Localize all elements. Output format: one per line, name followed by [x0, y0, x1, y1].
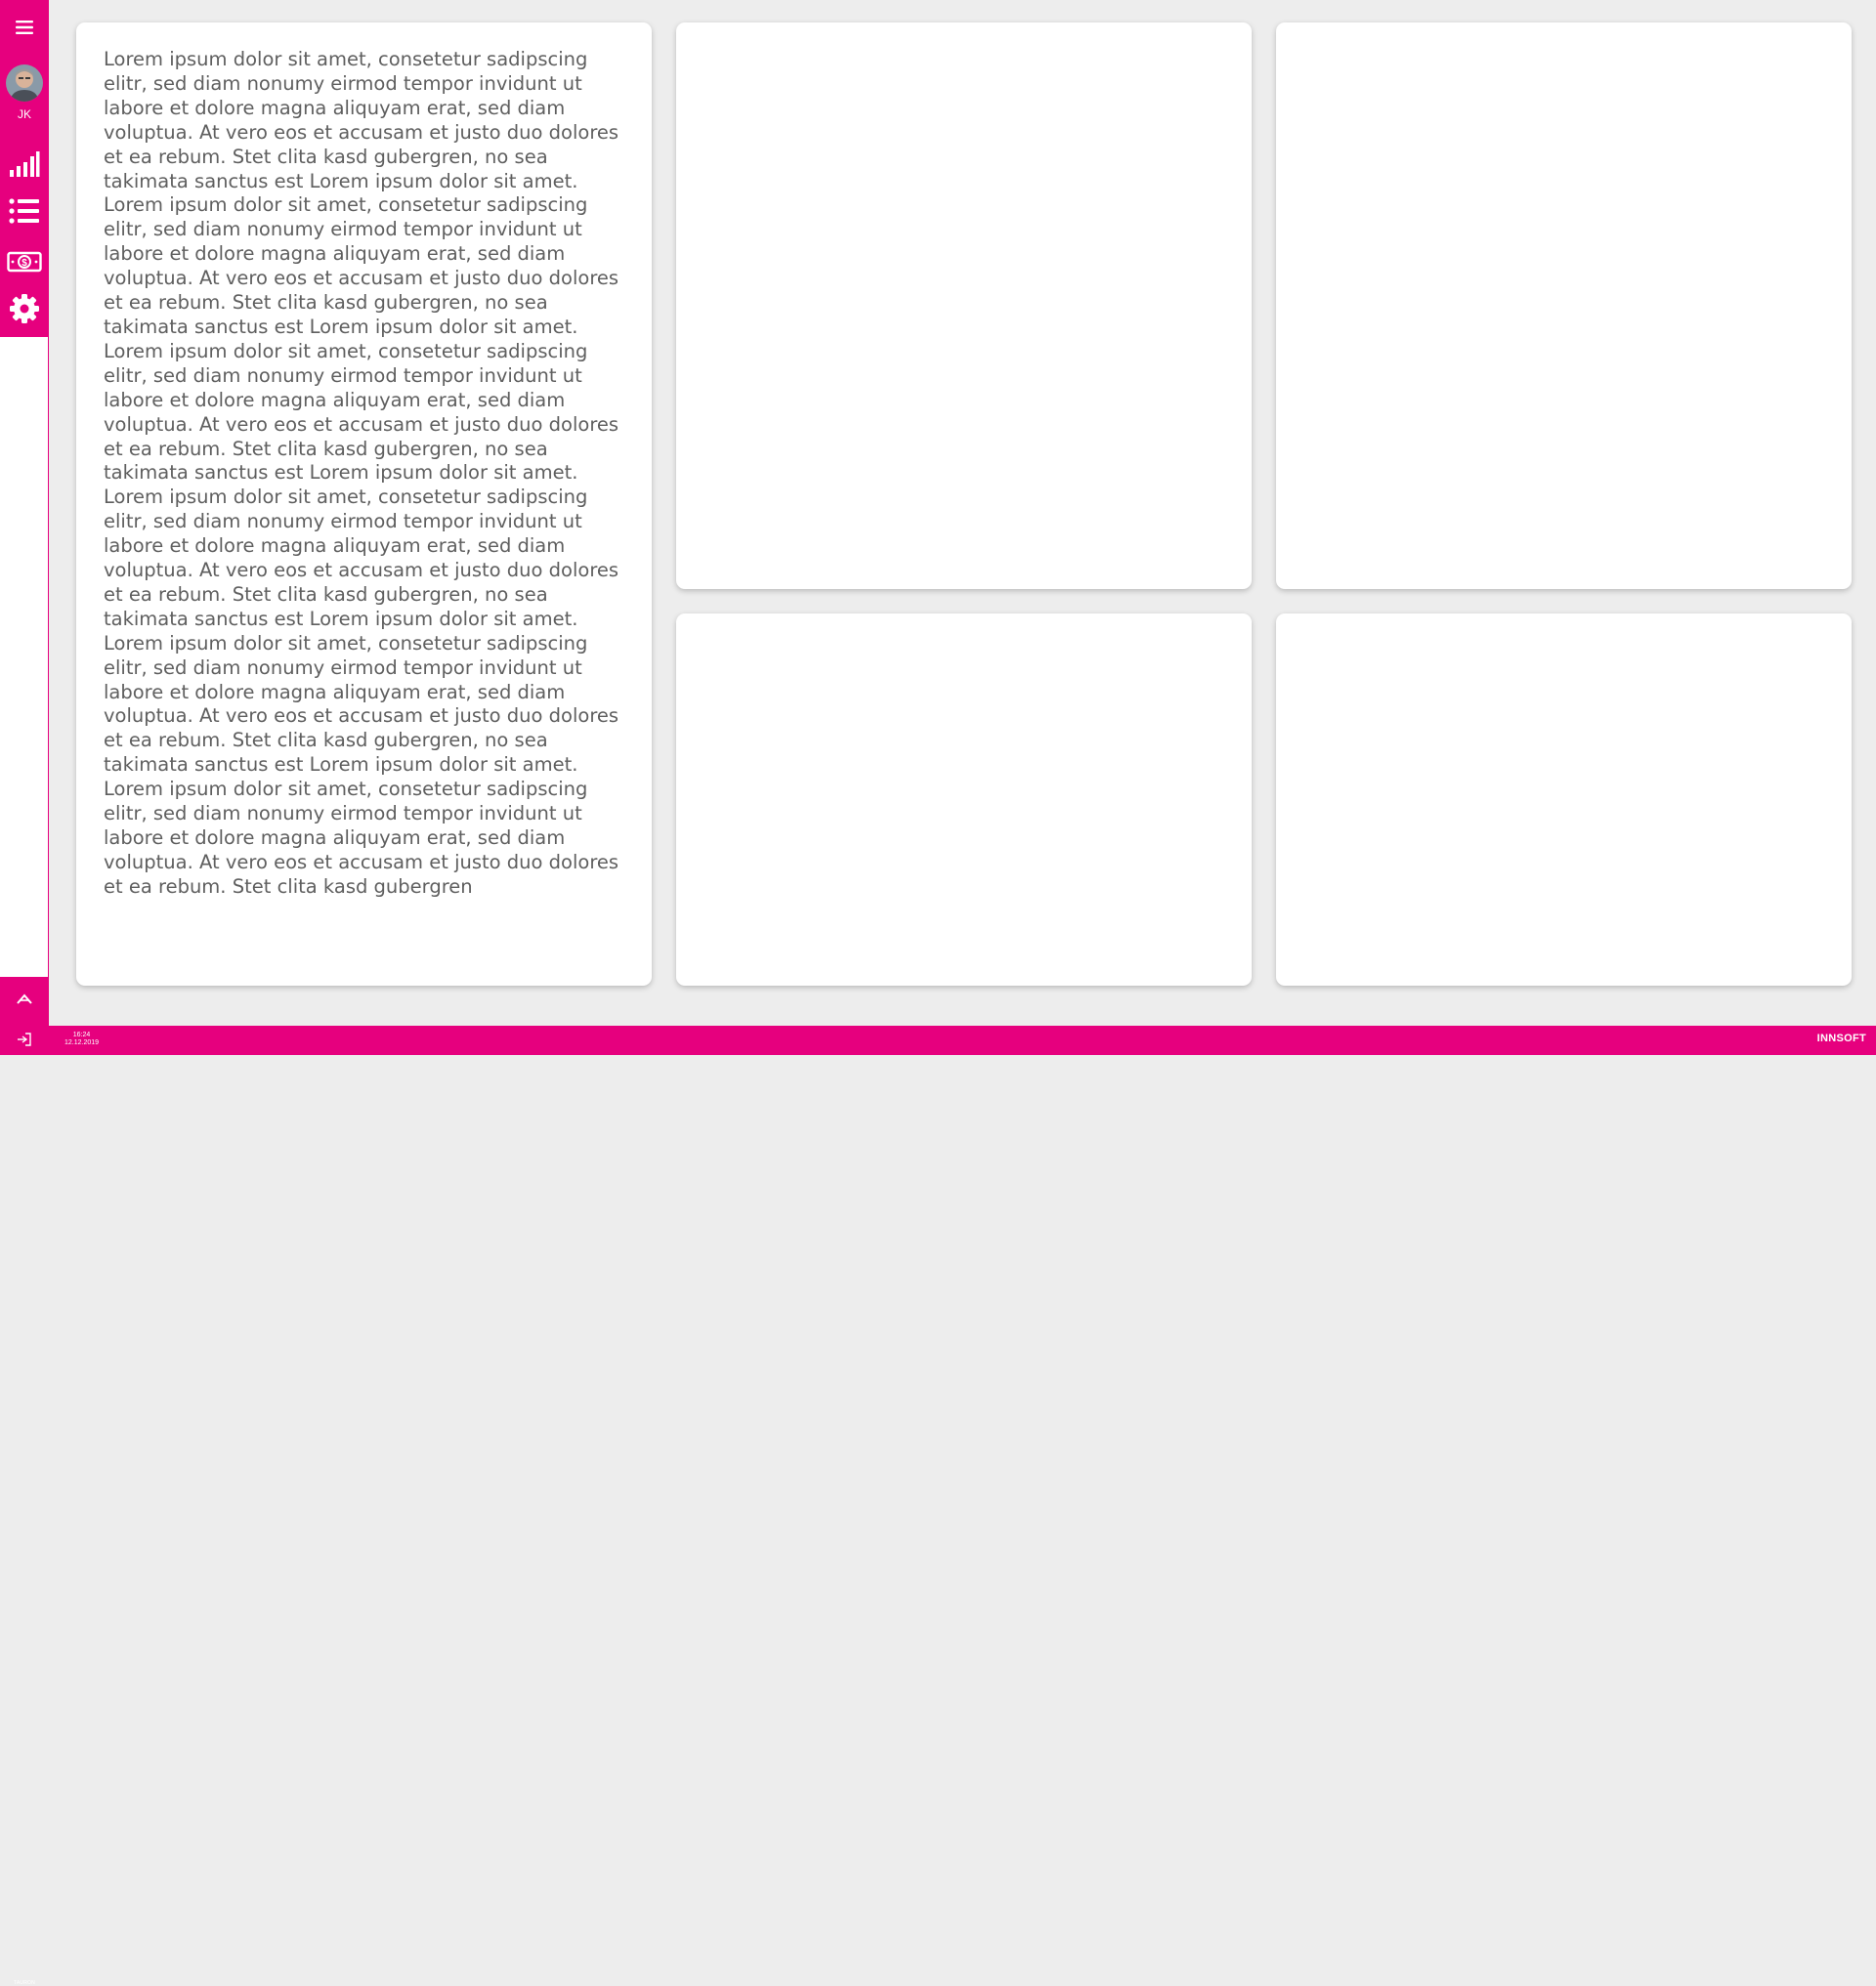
sidebar-footer-logo: TAURON [0, 977, 49, 1986]
sidebar-item-list[interactable] [0, 193, 49, 232]
gear-icon [9, 293, 40, 328]
paragraph: Lorem ipsum dolor sit amet, consetetur s… [104, 631, 619, 898]
card-bottom-right [1276, 613, 1852, 986]
text-card: Lorem ipsum dolor sit amet, consetetur s… [76, 22, 652, 986]
sidebar-item-settings[interactable] [0, 291, 49, 330]
svg-text:$: $ [21, 258, 27, 269]
brand-logo: INNSOFT [1816, 1033, 1866, 1044]
sidebar: JK $ TAURON [0, 0, 49, 1986]
card-top-right [1276, 22, 1852, 589]
logout-icon [17, 1032, 32, 1050]
avatar[interactable] [6, 64, 43, 102]
signal-bars-icon [9, 150, 40, 182]
bottom-bar: 16:24 12.12.2019 INNSOFT [0, 1026, 1876, 1055]
clock-time: 16:24 [72, 1032, 91, 1038]
list-icon [9, 198, 40, 228]
clock: 16:24 12.12.2019 [64, 1032, 99, 1047]
card-top-middle [676, 22, 1252, 589]
menu-button[interactable] [0, 10, 49, 49]
sidebar-nav: JK $ [0, 0, 49, 337]
sidebar-item-statistics[interactable] [0, 147, 49, 186]
paragraph: Lorem ipsum dolor sit amet, consetetur s… [104, 339, 619, 630]
logout-button[interactable] [0, 1026, 49, 1055]
card-bottom-middle [676, 613, 1252, 986]
sidebar-item-payments[interactable]: $ [0, 244, 49, 283]
clock-date: 12.12.2019 [64, 1039, 100, 1046]
money-icon: $ [7, 251, 42, 276]
text-card-content: Lorem ipsum dolor sit amet, consetetur s… [104, 48, 630, 956]
paragraph: Lorem ipsum dolor sit amet, consetetur s… [104, 48, 619, 338]
tauron-logo-icon [16, 991, 33, 1009]
tauron-logo-text: TAURON [14, 1980, 35, 1986]
user-initials: JK [17, 107, 31, 121]
hamburger-menu-icon [15, 19, 34, 40]
